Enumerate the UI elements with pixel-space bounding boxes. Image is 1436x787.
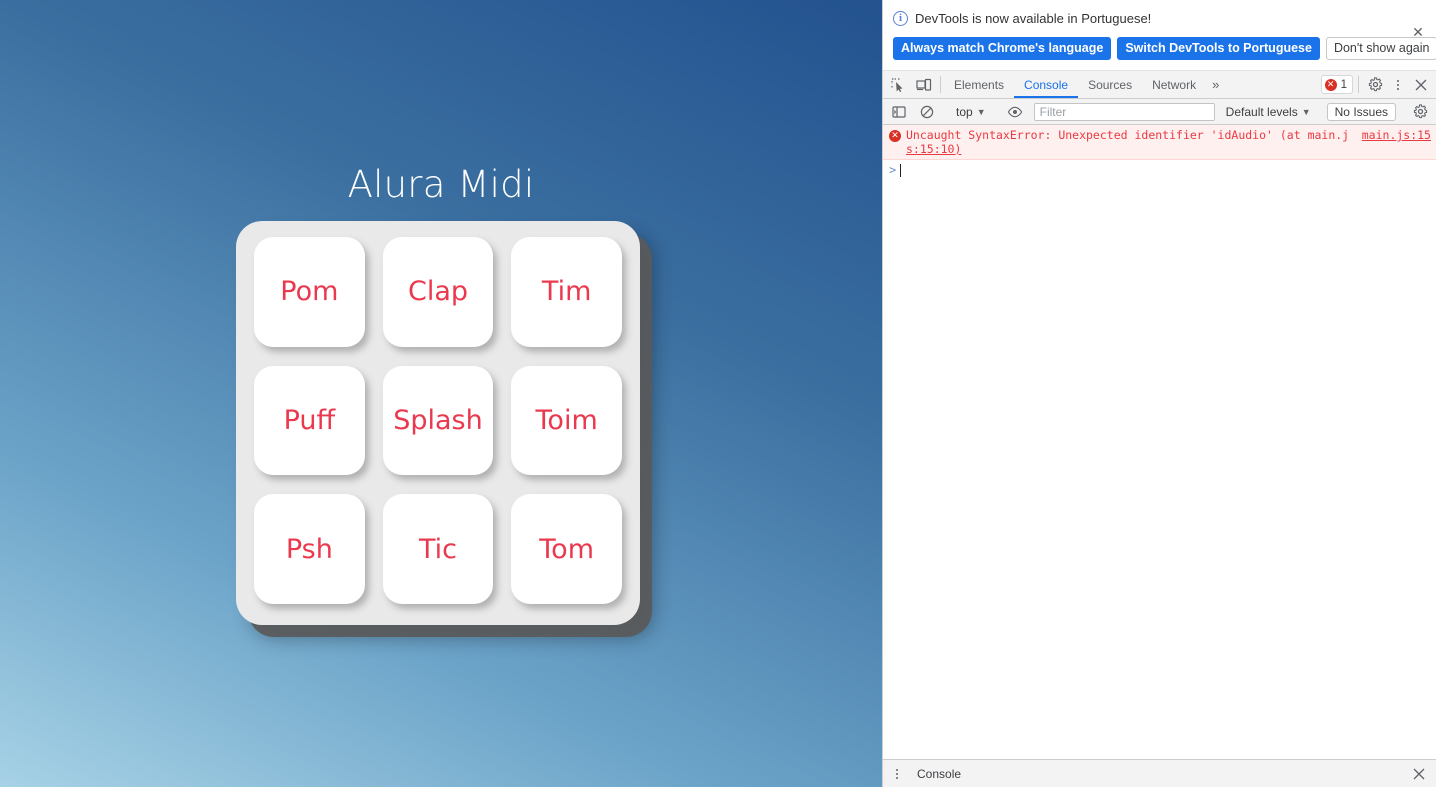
inspect-element-icon[interactable]: [885, 71, 911, 98]
console-settings-gear-icon[interactable]: [1407, 104, 1433, 119]
execution-context-select[interactable]: top ▼: [951, 105, 991, 119]
text-cursor: [900, 163, 902, 177]
log-levels-value: Default levels: [1225, 104, 1298, 119]
drawer-status-bar: Console: [883, 759, 1436, 787]
live-expression-eye-icon[interactable]: [1002, 106, 1028, 118]
console-error-text: Uncaught SyntaxError: Unexpected identif…: [906, 128, 1432, 156]
devtools-tabstrip: Elements Console Sources Network » ✕ 1: [883, 71, 1436, 99]
devtools-panel: i DevTools is now available in Portugues…: [882, 0, 1436, 787]
key-tom[interactable]: Tom: [511, 494, 622, 604]
more-tabs-icon[interactable]: »: [1206, 71, 1225, 98]
console-sidebar-icon[interactable]: [886, 105, 912, 119]
tab-elements[interactable]: Elements: [944, 71, 1014, 98]
console-error-text-line2: s:15:10): [906, 142, 962, 156]
key-pom[interactable]: Pom: [254, 237, 365, 347]
chevron-down-icon: ▼: [976, 106, 986, 117]
keypad-panel: Pom Clap Tim Puff Splash Toim Psh Tic To…: [236, 221, 640, 625]
console-input-prompt[interactable]: >: [883, 160, 1436, 180]
gear-icon[interactable]: [1362, 71, 1388, 98]
close-icon[interactable]: ✕: [1408, 22, 1428, 42]
info-icon: i: [893, 10, 908, 26]
drawer-more-options-icon[interactable]: [887, 768, 907, 779]
tab-network[interactable]: Network: [1142, 71, 1206, 98]
error-circle-icon: ✕: [889, 130, 901, 142]
close-devtools-icon[interactable]: [1408, 71, 1434, 98]
console-error-message[interactable]: ✕ Uncaught SyntaxError: Unexpected ident…: [883, 125, 1436, 160]
key-clap[interactable]: Clap: [382, 237, 494, 347]
banner-message: DevTools is now available in Portuguese!: [915, 10, 1152, 26]
clear-console-icon[interactable]: [914, 105, 940, 119]
key-psh[interactable]: Psh: [254, 494, 365, 604]
error-count-badge[interactable]: ✕ 1: [1320, 75, 1353, 94]
toolbar-divider: [940, 76, 941, 93]
console-filter-input[interactable]: [1033, 102, 1215, 121]
console-error-source-link[interactable]: main.js:15: [1362, 128, 1431, 142]
key-splash[interactable]: Splash: [382, 365, 494, 476]
page-viewport: Alura Midi Pom Clap Tim Puff Splash Toim…: [0, 0, 882, 787]
console-error-text-line1: Uncaught SyntaxError: Unexpected identif…: [906, 128, 1350, 142]
chevron-down-icon: ▼: [1301, 106, 1311, 117]
issues-button[interactable]: No Issues: [1326, 102, 1396, 121]
console-toolbar: top ▼ Default levels ▼ No Issues: [883, 99, 1436, 125]
drawer-tab-console[interactable]: Console: [907, 767, 971, 781]
tab-sources[interactable]: Sources: [1078, 71, 1142, 98]
error-count: 1: [1340, 78, 1347, 91]
tab-console[interactable]: Console: [1014, 71, 1078, 98]
prompt-chevron-icon: >: [889, 163, 897, 177]
key-tic[interactable]: Tic: [382, 494, 494, 604]
page-title: Alura Midi: [347, 163, 535, 206]
tabstrip-spacer: [1225, 71, 1318, 98]
error-circle-icon: ✕: [1324, 78, 1337, 91]
close-drawer-icon[interactable]: [1406, 768, 1432, 780]
tabstrip-divider: [1358, 76, 1359, 93]
device-toolbar-icon[interactable]: [911, 71, 937, 98]
key-tim[interactable]: Tim: [511, 237, 622, 347]
console-message-list: ✕ Uncaught SyntaxError: Unexpected ident…: [883, 125, 1436, 759]
language-banner: i DevTools is now available in Portugues…: [883, 0, 1436, 71]
switch-devtools-language-button[interactable]: Switch DevTools to Portuguese: [1117, 37, 1320, 60]
execution-context-value: top: [956, 104, 973, 119]
key-toim[interactable]: Toim: [511, 365, 622, 476]
key-puff[interactable]: Puff: [254, 365, 365, 476]
always-match-language-button[interactable]: Always match Chrome's language: [893, 37, 1112, 60]
more-options-icon[interactable]: [1388, 71, 1408, 98]
log-levels-select[interactable]: Default levels ▼: [1221, 105, 1316, 119]
